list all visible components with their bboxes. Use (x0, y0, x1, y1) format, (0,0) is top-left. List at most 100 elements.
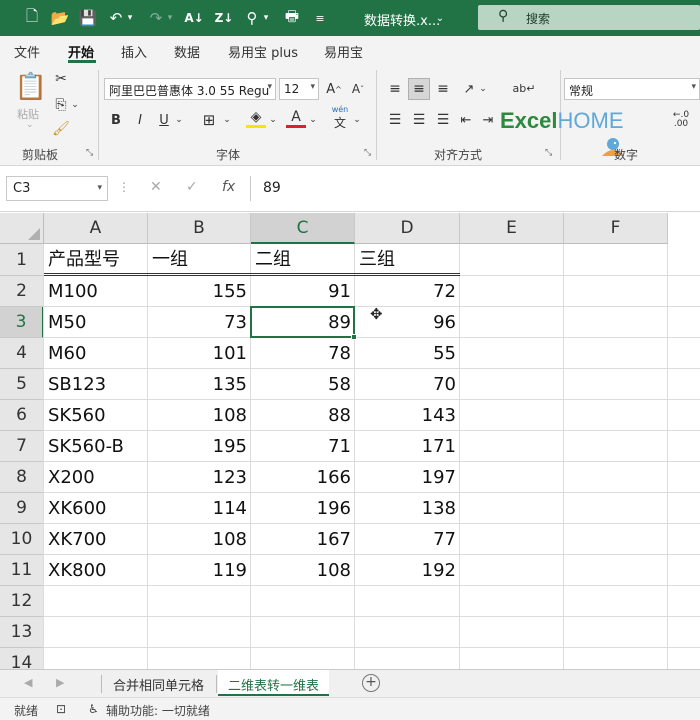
tab-insert[interactable]: 插入 (121, 42, 147, 61)
orientation-icon[interactable]: ↗ (458, 78, 480, 100)
search-box[interactable]: ⚲ 搜索 (478, 5, 700, 30)
column-header[interactable]: A (44, 213, 148, 244)
copy-icon[interactable]: ⎘ (52, 96, 70, 114)
select-all-corner[interactable] (0, 213, 44, 244)
value-cell[interactable]: 195 (148, 431, 251, 462)
row-header[interactable]: 10 (0, 524, 44, 555)
fill-color-dropdown-icon[interactable]: ⌄ (268, 110, 278, 130)
row-header[interactable]: 6 (0, 400, 44, 431)
value-cell[interactable]: 55 (355, 338, 460, 369)
value-cell[interactable]: 143 (355, 400, 460, 431)
value-cell[interactable]: 114 (148, 493, 251, 524)
value-cell[interactable]: 91 (251, 276, 355, 307)
borders-icon[interactable]: ⊞ (200, 110, 218, 130)
align-center-icon[interactable]: ☰ (408, 110, 430, 130)
sheet-tab-active[interactable]: 二维表转一维表 (218, 670, 330, 696)
undo-dropdown-icon[interactable]: ▾ (124, 8, 136, 28)
model-cell[interactable]: XK700 (44, 524, 148, 555)
row-header[interactable]: 12 (0, 586, 44, 617)
sheet-tab[interactable]: 合并相同单元格 (113, 675, 204, 694)
macro-record-icon[interactable]: ⊡ (56, 702, 66, 716)
tab-home[interactable]: 开始 (68, 42, 94, 61)
value-cell[interactable]: 108 (251, 555, 355, 586)
value-cell[interactable]: 138 (355, 493, 460, 524)
value-cell[interactable]: 155 (148, 276, 251, 307)
tab-data[interactable]: 数据 (174, 42, 200, 61)
value-cell[interactable]: 166 (251, 462, 355, 493)
align-bottom-icon[interactable]: ≡ (432, 78, 454, 100)
tab-file[interactable]: 文件 (14, 42, 40, 61)
value-cell[interactable]: 108 (148, 400, 251, 431)
italic-icon[interactable]: I (132, 110, 148, 130)
clipboard-launcher-icon[interactable]: ⤡ (86, 148, 93, 158)
value-cell[interactable]: 71 (251, 431, 355, 462)
font-size-select[interactable]: 12 ▾ (279, 78, 319, 100)
borders-dropdown-icon[interactable]: ⌄ (222, 110, 232, 130)
header-cell[interactable]: 一组 (148, 244, 251, 276)
model-cell[interactable]: X200 (44, 462, 148, 493)
enter-icon[interactable]: ✓ (186, 179, 198, 195)
model-cell[interactable]: XK600 (44, 493, 148, 524)
name-box[interactable]: C3 ▾ (6, 176, 108, 201)
value-cell[interactable]: 123 (148, 462, 251, 493)
row-header[interactable]: 13 (0, 617, 44, 648)
value-cell[interactable]: 88 (251, 400, 355, 431)
value-cell[interactable]: 196 (251, 493, 355, 524)
header-cell[interactable]: 三组 (355, 244, 460, 276)
value-cell[interactable]: 77 (355, 524, 460, 555)
column-header[interactable]: C (251, 213, 355, 244)
next-sheet-icon[interactable]: ▶ (56, 676, 64, 689)
align-left-icon[interactable]: ☰ (384, 110, 406, 130)
paste-icon[interactable]: 📋 (14, 70, 48, 104)
tab-yiyongbao[interactable]: 易用宝 (324, 42, 363, 61)
value-cell[interactable]: 197 (355, 462, 460, 493)
find-dropdown-icon[interactable]: ▾ (260, 8, 272, 28)
value-cell[interactable]: 78 (251, 338, 355, 369)
row-header[interactable]: 8 (0, 462, 44, 493)
add-sheet-button[interactable]: + (362, 674, 380, 692)
align-middle-icon[interactable]: ≡ (408, 78, 430, 100)
value-cell[interactable]: 108 (148, 524, 251, 555)
font-color-icon[interactable]: A (286, 108, 306, 128)
font-name-select[interactable]: 阿里巴巴普惠体 3.0 55 Regu ▾ (104, 78, 276, 100)
row-header[interactable]: 3 (0, 307, 44, 338)
tab-yiyongbao-plus[interactable]: 易用宝 plus (228, 42, 298, 61)
save-icon[interactable]: 💾 (78, 8, 98, 28)
header-cell[interactable]: 二组 (251, 244, 355, 276)
alignment-launcher-icon[interactable]: ⤡ (545, 148, 552, 158)
formula-input[interactable]: 89 (250, 176, 700, 201)
decrease-indent-icon[interactable]: ⇤ (456, 110, 476, 130)
value-cell[interactable]: 70 (355, 369, 460, 400)
row-header[interactable]: 1 (0, 244, 44, 276)
model-cell[interactable]: SK560-B (44, 431, 148, 462)
value-cell[interactable]: 119 (148, 555, 251, 586)
decrease-font-icon[interactable]: Aˇ (348, 78, 368, 100)
font-color-dropdown-icon[interactable]: ⌄ (308, 110, 318, 130)
formula-bar-grip[interactable]: ⋮ (118, 180, 130, 194)
value-cell[interactable]: 72 (355, 276, 460, 307)
open-folder-icon[interactable]: 📂 (50, 8, 70, 28)
model-cell[interactable]: SB123 (44, 369, 148, 400)
underline-dropdown-icon[interactable]: ⌄ (174, 110, 184, 130)
previous-sheet-icon[interactable]: ◀ (24, 676, 32, 689)
model-cell[interactable]: M100 (44, 276, 148, 307)
row-header[interactable]: 2 (0, 276, 44, 307)
wrap-text-icon[interactable]: ab↵ (512, 76, 536, 100)
model-cell[interactable]: XK800 (44, 555, 148, 586)
redo-icon[interactable]: ↷ (146, 8, 166, 28)
cut-icon[interactable]: ✂ (52, 70, 70, 88)
value-cell[interactable]: 171 (355, 431, 460, 462)
paste-dropdown-icon[interactable]: ⌄ (26, 120, 34, 130)
font-launcher-icon[interactable]: ⤡ (364, 148, 371, 158)
number-format-select[interactable]: 常规 ▾ (564, 78, 700, 100)
model-cell[interactable]: M60 (44, 338, 148, 369)
value-cell[interactable]: 135 (148, 369, 251, 400)
bold-icon[interactable]: B (108, 110, 124, 130)
undo-icon[interactable]: ↶ (106, 8, 126, 28)
insert-function-icon[interactable]: fx (222, 179, 235, 195)
customize-toolbar-icon[interactable]: ≡ (310, 8, 330, 28)
value-cell[interactable]: 58 (251, 369, 355, 400)
row-header[interactable]: 11 (0, 555, 44, 586)
value-cell[interactable]: 192 (355, 555, 460, 586)
increase-indent-icon[interactable]: ⇥ (478, 110, 498, 130)
